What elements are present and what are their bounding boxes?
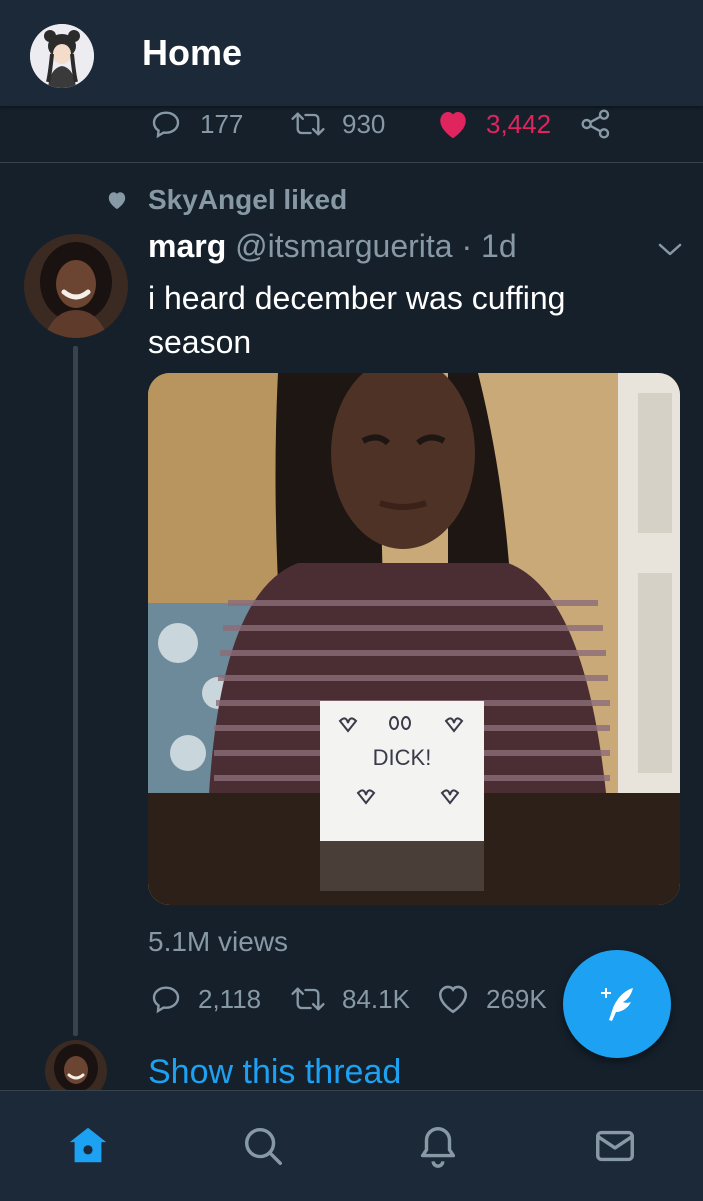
author-avatar[interactable] — [24, 234, 128, 338]
reply-icon — [152, 111, 180, 139]
like-button[interactable]: 269K — [436, 983, 547, 1015]
retweet-count: 84.1K — [342, 983, 410, 1014]
social-context: SkyAngel liked — [106, 184, 347, 216]
nav-search[interactable] — [238, 1121, 288, 1171]
share-button[interactable] — [580, 108, 612, 140]
search-icon — [244, 1127, 282, 1165]
reply-count: 2,118 — [198, 983, 262, 1014]
retweet-icon — [291, 987, 325, 1011]
page-title: Home — [142, 32, 243, 73]
like-icon — [440, 111, 466, 139]
sign-text: DICK! — [373, 745, 432, 770]
bell-icon — [420, 1127, 456, 1168]
tweet-text: i heard december was cuffing season — [148, 280, 566, 360]
view-count: 5.1M views — [148, 926, 289, 957]
small-heart-icon — [108, 192, 126, 210]
show-thread-link[interactable]: Show this thread — [148, 1053, 401, 1092]
tweet-video[interactable]: DICK! — [148, 373, 680, 905]
reply-button[interactable]: 2,118 — [150, 983, 261, 1015]
like-count: 269K — [486, 983, 547, 1014]
bottom-navigation — [0, 1090, 703, 1201]
reply-count: 177 — [200, 108, 244, 139]
nav-messages[interactable] — [590, 1121, 640, 1171]
like-icon — [438, 985, 468, 1014]
like-button[interactable]: 3,442 — [436, 108, 551, 140]
mail-icon — [596, 1130, 634, 1162]
top-app-bar: Home — [0, 0, 703, 106]
reply-button[interactable]: 177 — [150, 108, 243, 140]
nav-home[interactable] — [63, 1121, 113, 1171]
social-context-text: SkyAngel liked — [148, 184, 348, 215]
video-frame: DICK! — [148, 373, 680, 905]
retweet-button[interactable]: 84.1K — [290, 983, 410, 1015]
chevron-down-icon — [658, 243, 682, 256]
like-count: 3,442 — [486, 108, 552, 139]
tweet-header: marg @itsmarguerita · 1d — [148, 228, 517, 265]
compose-tweet-button[interactable] — [563, 950, 671, 1058]
nav-notifications[interactable] — [413, 1121, 463, 1171]
author-handle-time: @itsmarguerita · 1d — [226, 228, 517, 264]
tweet-menu-button[interactable] — [655, 238, 685, 265]
compose-icon — [601, 988, 633, 1021]
retweet-button[interactable]: 930 — [290, 108, 385, 140]
author-name[interactable]: marg — [148, 228, 226, 264]
home-icon — [69, 1127, 107, 1163]
retweet-count: 930 — [342, 108, 386, 139]
tweet-divider — [0, 162, 703, 163]
profile-avatar[interactable] — [30, 24, 94, 88]
thread-line — [73, 346, 78, 1036]
share-icon — [581, 109, 610, 139]
retweet-icon — [291, 112, 325, 136]
reply-icon — [152, 986, 180, 1014]
